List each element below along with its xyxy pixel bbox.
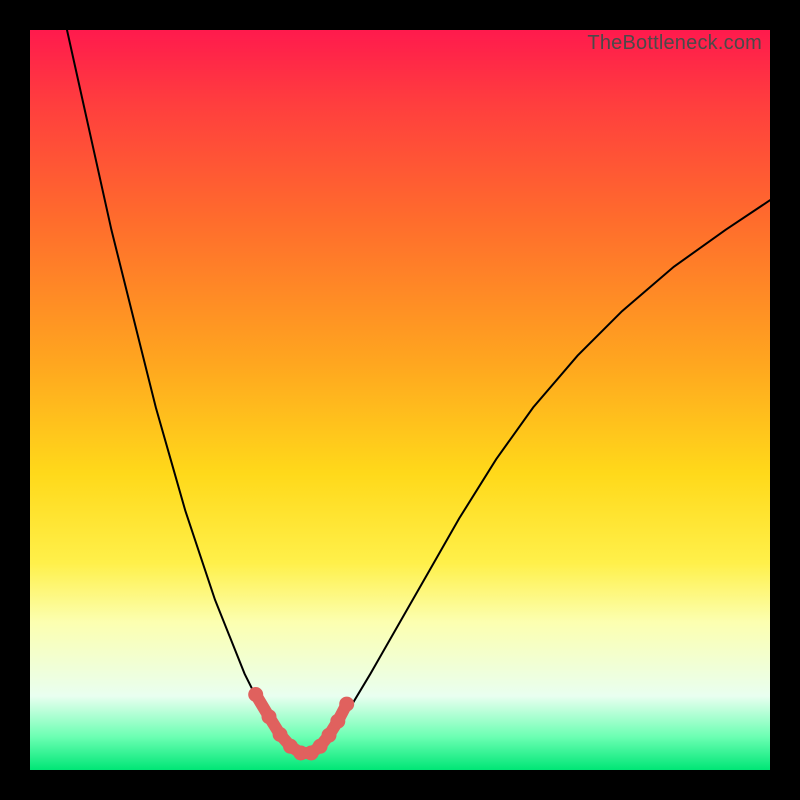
marker-dot: [249, 688, 263, 702]
curve-right: [311, 200, 770, 755]
curve-layer: [30, 30, 770, 770]
marker-dot: [340, 697, 354, 711]
marker-dot: [273, 728, 287, 742]
chart-frame: TheBottleneck.com: [0, 0, 800, 800]
marker-dot: [331, 714, 345, 728]
curve-left: [67, 30, 296, 755]
plot-area: TheBottleneck.com: [30, 30, 770, 770]
marker-dot: [322, 728, 336, 742]
marker-dot: [262, 710, 276, 724]
